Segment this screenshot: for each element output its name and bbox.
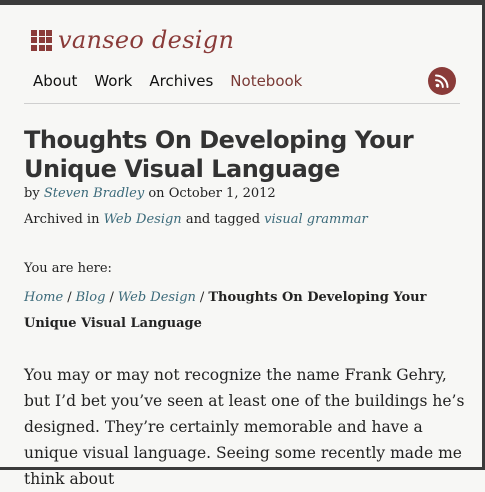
breadcrumb-web-design[interactable]: Web Design bbox=[118, 290, 196, 305]
post-title: Thoughts On Developing Your Unique Visua… bbox=[24, 126, 414, 183]
site-logo[interactable]: vanseo design bbox=[31, 26, 234, 54]
post-byline: by Steven Bradley on October 1, 2012 bbox=[24, 186, 276, 201]
nav-item-notebook[interactable]: Notebook bbox=[230, 72, 302, 90]
logo-text: vanseo design bbox=[58, 26, 235, 54]
rss-button[interactable] bbox=[428, 67, 456, 95]
nav-item-archives[interactable]: Archives bbox=[149, 72, 213, 90]
breadcrumb-label: You are here: bbox=[24, 261, 112, 276]
post-date: October 1, 2012 bbox=[168, 186, 276, 201]
breadcrumb-separator: / bbox=[199, 290, 205, 305]
author-link[interactable]: Steven Bradley bbox=[44, 186, 144, 201]
post-body-paragraph: You may or may not recognize the name Fr… bbox=[24, 366, 465, 488]
nav-item-work[interactable]: Work bbox=[94, 72, 132, 90]
nav-item-about[interactable]: About bbox=[33, 72, 77, 90]
date-prefix: on bbox=[148, 186, 165, 201]
breadcrumb-blog[interactable]: Blog bbox=[76, 290, 106, 305]
breadcrumb-home[interactable]: Home bbox=[24, 290, 63, 305]
logo-grid-icon bbox=[31, 29, 52, 51]
main-nav: About Work Archives Notebook bbox=[33, 72, 319, 90]
byline-prefix: by bbox=[24, 186, 40, 201]
breadcrumb-separator: / bbox=[67, 290, 72, 305]
rss-icon bbox=[435, 74, 449, 88]
header-divider bbox=[24, 103, 460, 104]
breadcrumb: Home / Blog / Web Design / Thoughts On Develop… bbox=[24, 285, 464, 337]
tagged-prefix: and tagged bbox=[185, 212, 261, 227]
post-archived: Archived in Web Design and tagged visual… bbox=[24, 212, 368, 227]
breadcrumb-separator: / bbox=[109, 290, 114, 305]
tag-link[interactable]: visual grammar bbox=[264, 212, 368, 227]
window-top-edge bbox=[0, 0, 485, 5]
archived-prefix: Archived in bbox=[24, 212, 100, 227]
category-link[interactable]: Web Design bbox=[104, 212, 182, 227]
